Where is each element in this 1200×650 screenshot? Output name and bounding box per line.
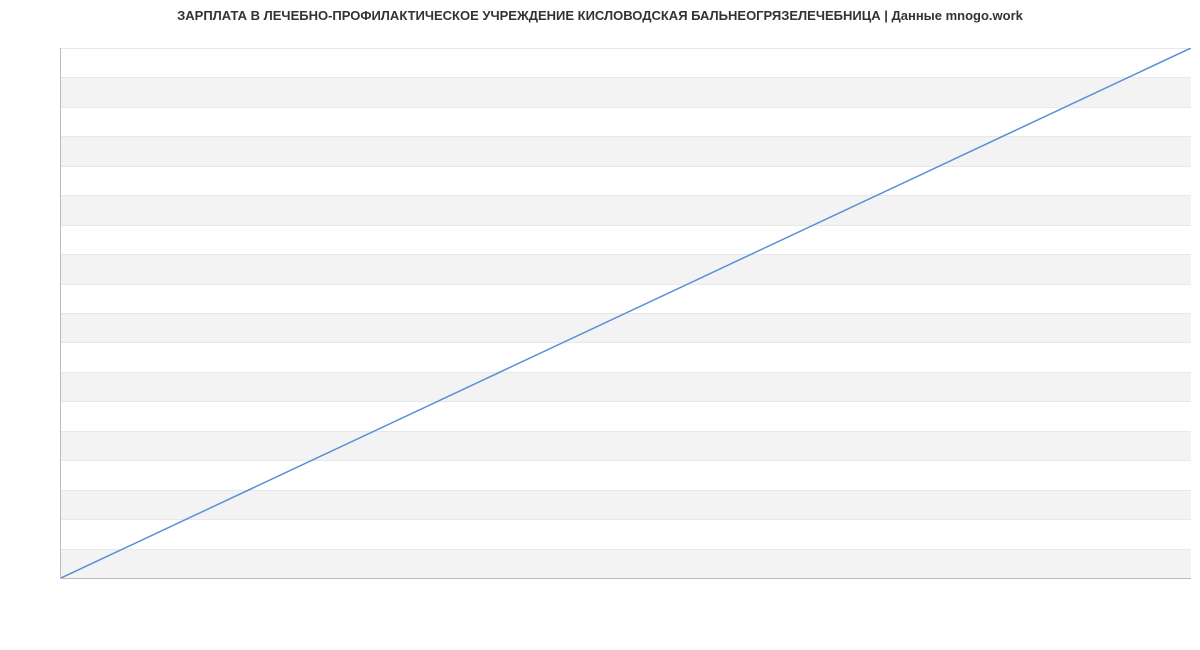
y-tick-mark	[60, 107, 61, 108]
grid-line	[61, 195, 1191, 196]
grid-line	[61, 313, 1191, 314]
y-tick-mark	[60, 284, 61, 285]
grid-line	[61, 166, 1191, 167]
y-tick-mark	[60, 519, 61, 520]
chart-container: ЗАРПЛАТА В ЛЕЧЕБНО-ПРОФИЛАКТИЧЕСКОЕ УЧРЕ…	[0, 0, 1200, 620]
grid-line	[61, 549, 1191, 550]
grid-line	[61, 519, 1191, 520]
grid-line	[61, 490, 1191, 491]
grid-line	[61, 460, 1191, 461]
grid-line	[61, 77, 1191, 78]
grid-band	[61, 372, 1191, 401]
grid-line	[61, 254, 1191, 255]
grid-line	[61, 284, 1191, 285]
y-tick-mark	[60, 342, 61, 343]
grid-line	[61, 401, 1191, 402]
y-tick-mark	[60, 578, 61, 579]
chart-title: ЗАРПЛАТА В ЛЕЧЕБНО-ПРОФИЛАКТИЧЕСКОЕ УЧРЕ…	[0, 8, 1200, 23]
grid-band	[61, 431, 1191, 460]
y-tick-mark	[60, 313, 61, 314]
grid-band	[61, 195, 1191, 224]
grid-line	[61, 578, 1191, 579]
grid-band	[61, 136, 1191, 165]
y-tick-mark	[60, 490, 61, 491]
grid-line	[61, 225, 1191, 226]
grid-band	[61, 549, 1191, 578]
y-tick-mark	[60, 225, 61, 226]
y-tick-mark	[60, 549, 61, 550]
grid-band	[61, 254, 1191, 283]
y-tick-mark	[60, 372, 61, 373]
y-tick-mark	[60, 136, 61, 137]
grid-line	[61, 342, 1191, 343]
y-tick-mark	[60, 195, 61, 196]
plot-area: 1600016500170001750018000185001900019500…	[60, 48, 1191, 579]
grid-line	[61, 372, 1191, 373]
y-tick-mark	[60, 254, 61, 255]
grid-band	[61, 313, 1191, 342]
y-tick-mark	[60, 431, 61, 432]
y-tick-mark	[60, 401, 61, 402]
grid-line	[61, 48, 1191, 49]
grid-line	[61, 136, 1191, 137]
y-tick-mark	[60, 166, 61, 167]
y-tick-mark	[60, 460, 61, 461]
grid-line	[61, 431, 1191, 432]
grid-line	[61, 107, 1191, 108]
y-tick-mark	[60, 77, 61, 78]
y-tick-mark	[60, 48, 61, 49]
grid-band	[61, 77, 1191, 106]
grid-band	[61, 490, 1191, 519]
